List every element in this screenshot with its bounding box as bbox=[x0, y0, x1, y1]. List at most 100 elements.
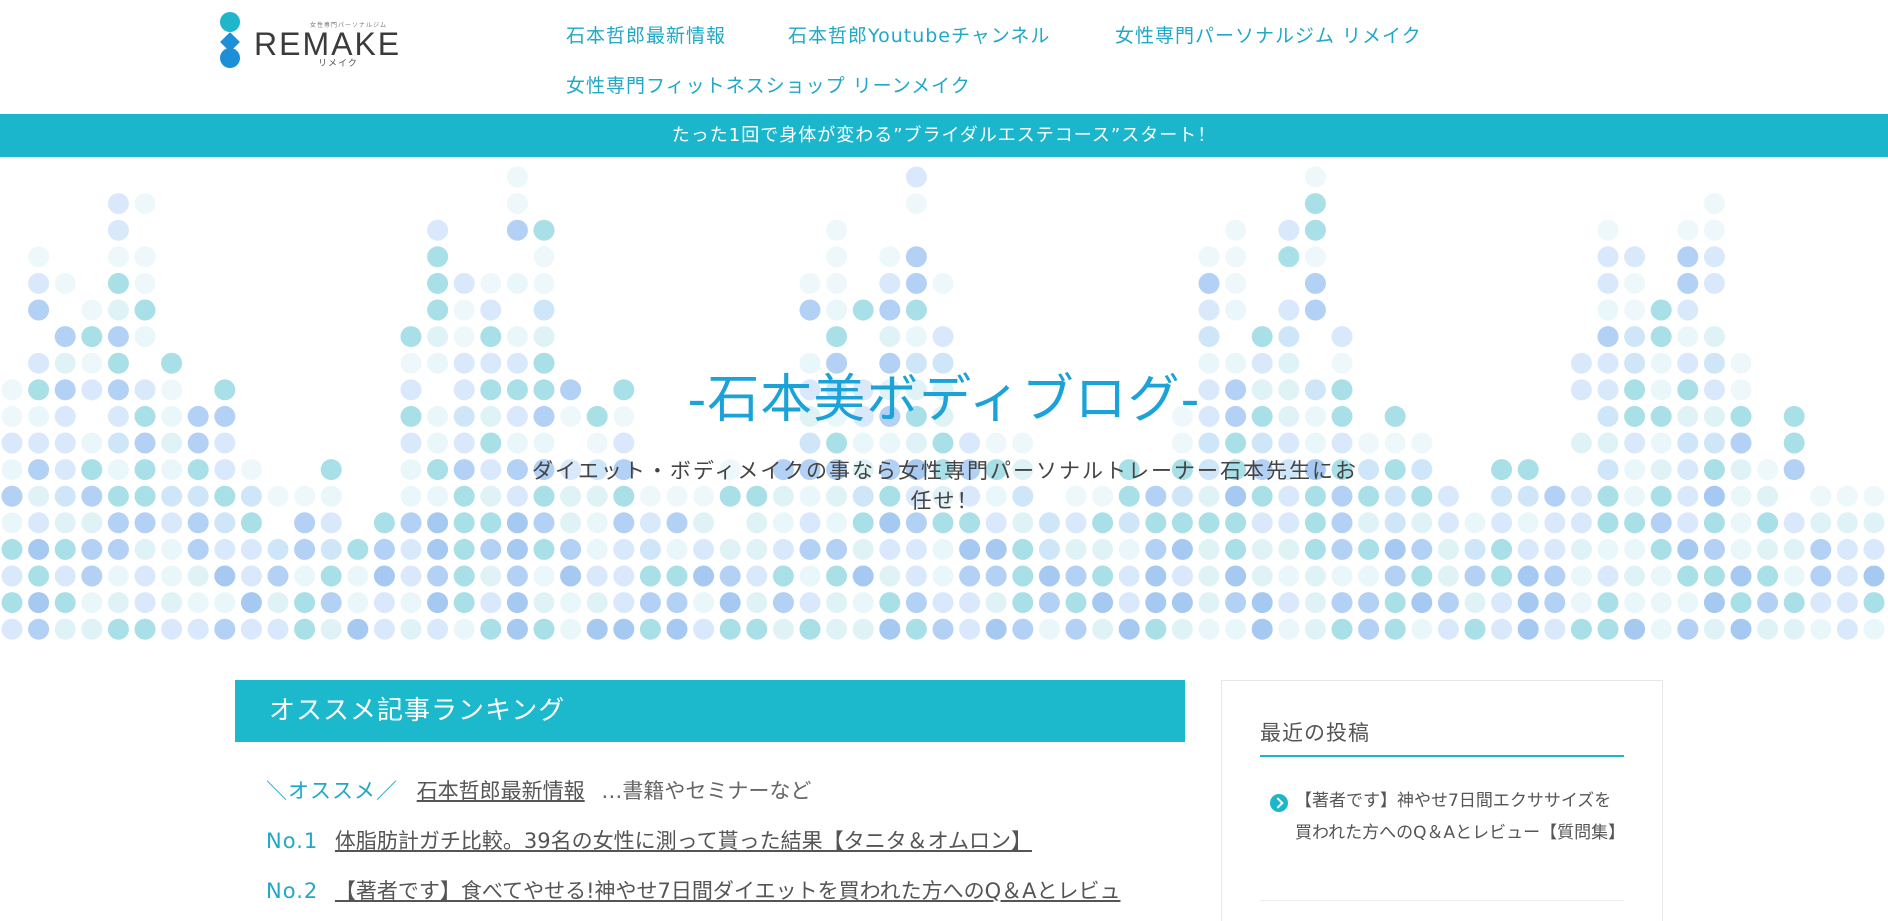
hero-dot bbox=[1, 459, 23, 481]
hero-dot bbox=[1650, 459, 1672, 481]
hero-dot bbox=[1597, 512, 1619, 534]
announcement-bar[interactable]: たった1回で身体が変わる”ブライダルエステコース”スタート！ bbox=[0, 114, 1888, 157]
hero-dot bbox=[1677, 299, 1699, 321]
hero-dot bbox=[320, 485, 342, 507]
recommend-link[interactable]: 石本哲郎最新情報 bbox=[417, 779, 585, 803]
hero-dot bbox=[161, 592, 183, 614]
hero-dot bbox=[28, 246, 50, 268]
hero-dot bbox=[480, 538, 502, 560]
ranking-item-link[interactable]: 体脂肪計ガチ比較。39名の女性に測って貰った結果【タニタ＆オムロン】 bbox=[335, 829, 1032, 853]
hero-dot bbox=[240, 592, 262, 614]
hero-dot bbox=[400, 512, 422, 534]
hero-dot bbox=[533, 618, 555, 640]
hero-dot bbox=[1624, 592, 1646, 614]
hero-dot bbox=[81, 432, 103, 454]
hero-dot bbox=[1065, 565, 1087, 587]
logo-mark-top-dot bbox=[220, 12, 240, 32]
sidebar-title-underline bbox=[1260, 755, 1624, 757]
hero-dot bbox=[1597, 299, 1619, 321]
nav-item-shop[interactable]: 女性専門フィットネスショップ リーンメイク bbox=[566, 71, 971, 98]
hero-dot bbox=[453, 618, 475, 640]
hero-dot bbox=[1677, 246, 1699, 268]
site-logo[interactable]: 女性専門パーソナルジム REMAKE リメイク bbox=[220, 12, 399, 69]
hero-dot bbox=[1517, 485, 1539, 507]
hero-dot bbox=[267, 592, 289, 614]
hero-dot bbox=[28, 459, 50, 481]
hero-dot bbox=[613, 592, 635, 614]
hero-dot bbox=[187, 432, 209, 454]
hero-dot bbox=[294, 565, 316, 587]
hero-dot bbox=[1703, 538, 1725, 560]
sidebar-recent-posts: 最近の投稿 【著者です】神やせ7日間エクササイズを買われた方へのQ＆Aとレビュー… bbox=[1221, 680, 1663, 921]
hero-dot bbox=[1703, 246, 1725, 268]
hero-dot bbox=[799, 272, 821, 294]
hero-dot bbox=[1065, 618, 1087, 640]
hero-dot bbox=[1624, 432, 1646, 454]
hero-dot bbox=[81, 485, 103, 507]
hero-dot bbox=[1118, 592, 1140, 614]
hero-dot bbox=[746, 592, 768, 614]
hero-dot bbox=[1118, 618, 1140, 640]
hero-dot bbox=[400, 326, 422, 348]
hero-dot bbox=[1411, 432, 1433, 454]
hero-dot bbox=[54, 592, 76, 614]
hero-dot bbox=[1836, 512, 1858, 534]
hero-dot bbox=[905, 618, 927, 640]
announcement-text[interactable]: たった1回で身体が変わる”ブライダルエステコース”スタート！ bbox=[672, 125, 1216, 146]
hero-dot bbox=[1597, 459, 1619, 481]
hero-dot bbox=[1517, 512, 1539, 534]
nav-item-youtube[interactable]: 石本哲郎Youtubeチャンネル bbox=[788, 21, 1050, 48]
hero-dot bbox=[134, 538, 156, 560]
hero-dot bbox=[799, 592, 821, 614]
hero-dot bbox=[161, 432, 183, 454]
hero-dot bbox=[1358, 565, 1380, 587]
hero-dot bbox=[427, 219, 449, 241]
hero-dot bbox=[453, 432, 475, 454]
hero-dot bbox=[852, 592, 874, 614]
hero-dot bbox=[1570, 618, 1592, 640]
hero-dot bbox=[506, 326, 528, 348]
ranking-heading: オススメ記事ランキング bbox=[235, 680, 1185, 742]
hero-dot bbox=[28, 299, 50, 321]
hero-dot bbox=[1703, 272, 1725, 294]
hero-dot bbox=[1118, 538, 1140, 560]
hero-dot bbox=[1544, 618, 1566, 640]
hero-dot bbox=[240, 618, 262, 640]
ranking-item-link[interactable]: 【著者です】食べてやせる!神やせ7日間ダイエットを買われた方へのQ＆Aとレビュ bbox=[335, 879, 1121, 903]
hero-dot bbox=[985, 538, 1007, 560]
hero-dot bbox=[28, 565, 50, 587]
hero-dot bbox=[506, 538, 528, 560]
nav-item-latest-info[interactable]: 石本哲郎最新情報 bbox=[566, 21, 726, 48]
hero-dot bbox=[1198, 618, 1220, 640]
hero-dot bbox=[453, 459, 475, 481]
hero-dot bbox=[373, 618, 395, 640]
hero-dot bbox=[267, 538, 289, 560]
hero-dot bbox=[214, 512, 236, 534]
nav-item-gym[interactable]: 女性専門パーソナルジム リメイク bbox=[1115, 21, 1422, 48]
hero-dot bbox=[1251, 565, 1273, 587]
hero-dot bbox=[1384, 459, 1406, 481]
hero-dot bbox=[107, 326, 129, 348]
hero-dot bbox=[506, 618, 528, 640]
hero-dot bbox=[533, 219, 555, 241]
hero-dot bbox=[1570, 592, 1592, 614]
hero-dot bbox=[1730, 538, 1752, 560]
recent-post-link[interactable]: 【著者です】神やせ7日間エクササイズを買われた方へのQ＆Aとレビュー【質問集】 bbox=[1295, 785, 1625, 849]
hero-dot bbox=[1677, 618, 1699, 640]
hero-dot bbox=[1517, 592, 1539, 614]
hero-dot bbox=[28, 432, 50, 454]
hero-dot bbox=[134, 618, 156, 640]
hero-dot bbox=[533, 565, 555, 587]
hero-dot bbox=[1278, 618, 1300, 640]
hero-dot bbox=[1225, 219, 1247, 241]
hero-dot bbox=[1863, 538, 1885, 560]
hero-dot bbox=[134, 272, 156, 294]
hero-dot bbox=[347, 538, 369, 560]
hero-dot bbox=[1703, 512, 1725, 534]
hero-dot bbox=[879, 565, 901, 587]
hero-dot bbox=[54, 485, 76, 507]
hero-dot bbox=[746, 565, 768, 587]
hero-dot bbox=[799, 565, 821, 587]
hero-dot bbox=[107, 246, 129, 268]
hero-dot bbox=[772, 565, 794, 587]
